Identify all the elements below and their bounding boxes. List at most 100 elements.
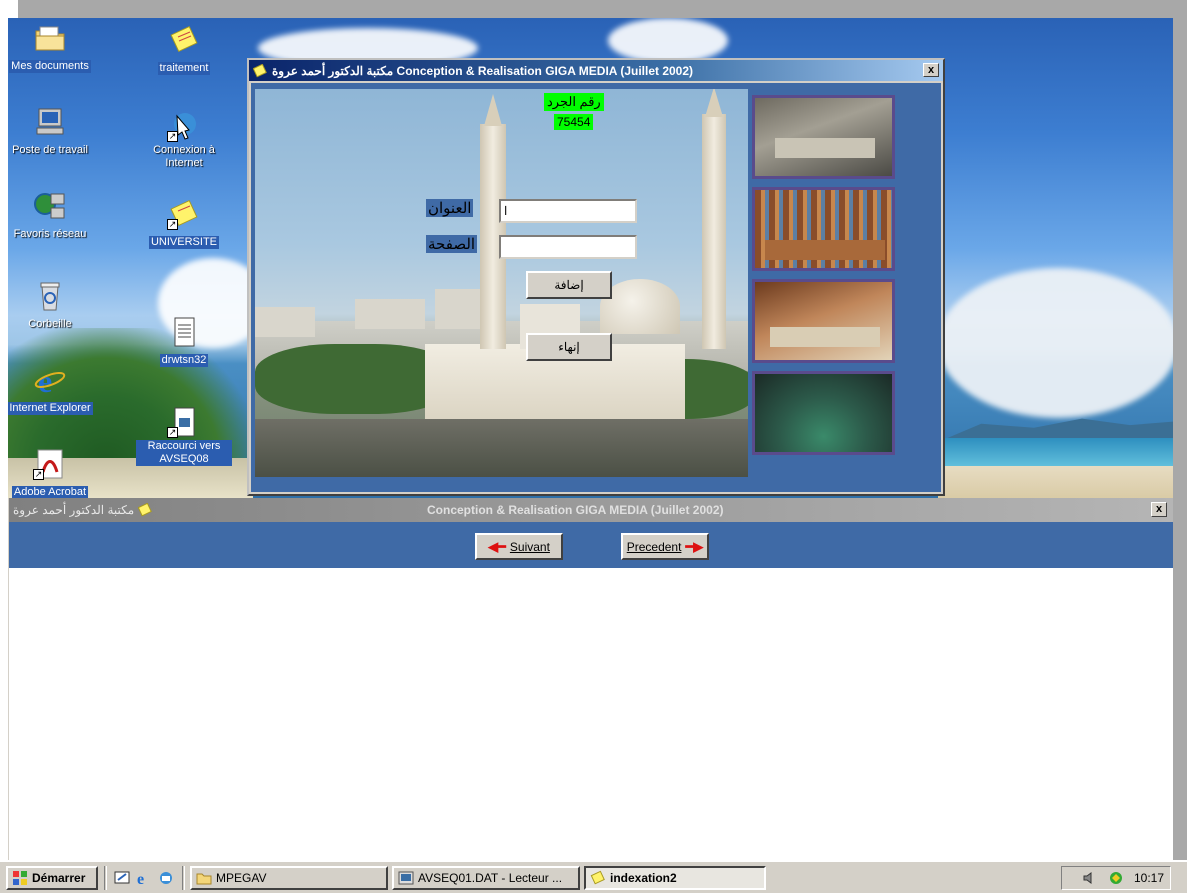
volume-icon[interactable]	[1082, 870, 1098, 886]
cloud	[938, 268, 1173, 418]
frame-top	[18, 0, 1187, 18]
arrow-right-icon: ━▶	[685, 538, 704, 554]
media-player-icon	[398, 871, 414, 885]
app-note-icon	[138, 503, 153, 517]
folder-icon	[33, 22, 67, 54]
desktop-icon-label: Corbeille	[28, 318, 72, 330]
record-number: 75454	[554, 114, 594, 130]
taskbar-item-label: AVSEQ01.DAT - Lecteur ...	[418, 871, 563, 885]
desktop-icon-connexion-internet[interactable]: ↗ Connexion à Internet	[136, 110, 232, 171]
shortcut-arrow-icon: ↗	[33, 469, 44, 480]
screen: Mes documents Poste de travail Favoris r…	[0, 0, 1187, 893]
desktop-icon-universite[interactable]: ↗ UNIVERSITE	[136, 198, 232, 250]
beach	[938, 466, 1173, 498]
bottom-window-title-ar-text: مكتبة الدكتور أحمد عروة	[13, 503, 135, 517]
desktop-icon-label: traitement	[157, 62, 211, 75]
outlook-express-icon[interactable]	[158, 870, 174, 886]
navigation-toolbar: ◀━ Suivant Precedent ━▶	[9, 522, 1173, 568]
library-photo-3	[752, 279, 895, 363]
recycle-bin-icon	[33, 280, 67, 312]
arrow-left-icon: ◀━	[488, 538, 506, 554]
bottom-window-title-ar: مكتبة الدكتور أحمد عروة	[13, 503, 153, 517]
taskbar: Démarrer e MPEGAV AVSEQ01.DAT - Lecteur …	[0, 860, 1187, 893]
desktop-icon-raccourci-avseq08[interactable]: ↗ Raccourci vers AVSEQ08	[136, 406, 232, 467]
next-button[interactable]: ◀━ Suivant	[475, 533, 563, 560]
note-icon: ↗	[167, 198, 201, 230]
app-window[interactable]: مكتبة الدكتور أحمد عروة Conception & Rea…	[247, 58, 945, 496]
title-input[interactable]	[499, 199, 637, 223]
city-building	[435, 289, 485, 329]
app-window-title: مكتبة الدكتور أحمد عروة Conception & Rea…	[272, 63, 694, 78]
bottom-window-titlebar[interactable]: مكتبة الدكتور أحمد عروة Conception & Rea…	[9, 498, 1173, 522]
internet-explorer-icon[interactable]: e	[136, 870, 152, 886]
note-icon	[590, 870, 605, 885]
taskbar-separator	[182, 866, 185, 890]
title-field-label: العنوان	[426, 199, 474, 217]
media-file-icon: ↗	[167, 406, 201, 438]
taskbar-separator	[104, 866, 107, 890]
add-button[interactable]: إضافة	[526, 271, 612, 299]
connection-wizard-icon: ↗	[167, 110, 201, 142]
start-button[interactable]: Démarrer	[6, 866, 98, 890]
app-note-icon	[252, 63, 267, 78]
taskbar-item-mpegav[interactable]: MPEGAV	[190, 866, 388, 890]
bottom-window[interactable]: مكتبة الدكتور أحمد عروة Conception & Rea…	[8, 498, 1173, 860]
shortcut-arrow-icon: ↗	[167, 131, 178, 142]
close-icon[interactable]: x	[923, 63, 939, 77]
shortcut-arrow-icon: ↗	[167, 427, 178, 438]
foreground-road	[255, 419, 748, 477]
previous-button[interactable]: Precedent ━▶	[621, 533, 709, 560]
desktop-icon-traitement[interactable]: traitement	[136, 24, 232, 76]
clock[interactable]: 10:17	[1134, 871, 1164, 885]
desktop-icon-label: Mes documents	[9, 60, 91, 73]
cloud	[608, 18, 728, 63]
finish-button[interactable]: إنهاء	[526, 333, 612, 361]
quick-launch: e	[114, 870, 174, 886]
taskbar-item-avseq01[interactable]: AVSEQ01.DAT - Lecteur ...	[392, 866, 580, 890]
desktop-icon-label: Raccourci vers AVSEQ08	[136, 440, 232, 466]
frame-left	[0, 0, 8, 893]
desktop-icon-drwtsn32[interactable]: drwtsn32	[136, 316, 232, 368]
network-icon	[33, 190, 67, 222]
taskbar-item-label: indexation2	[610, 871, 677, 885]
desktop-icon-label: Internet Explorer	[8, 402, 93, 415]
mosque-photo	[255, 89, 748, 477]
bottom-window-title: Conception & Realisation GIGA MEDIA (Jui…	[427, 503, 724, 517]
desktop-icon-mes-documents[interactable]: Mes documents	[8, 22, 98, 74]
computer-icon	[33, 106, 67, 138]
note-icon	[167, 24, 201, 56]
desktop-icon-label: drwtsn32	[159, 354, 209, 367]
show-desktop-icon[interactable]	[114, 870, 130, 886]
folder-icon	[196, 873, 212, 885]
network-status-icon[interactable]	[1108, 870, 1124, 886]
right-minaret	[702, 114, 726, 349]
text-file-icon	[167, 316, 201, 348]
internet-explorer-icon: e	[33, 363, 67, 399]
frame-right	[1173, 0, 1187, 860]
desktop-icon-favoris-reseau[interactable]: Favoris réseau	[8, 190, 98, 242]
shortcut-arrow-icon: ↗	[167, 219, 178, 230]
app-window-titlebar[interactable]: مكتبة الدكتور أحمد عروة Conception & Rea…	[249, 60, 943, 81]
desktop-icon-label: UNIVERSITE	[148, 236, 219, 249]
library-photo-1	[752, 95, 895, 179]
close-icon[interactable]: x	[1151, 502, 1167, 517]
taskbar-item-indexation2[interactable]: indexation2	[584, 866, 766, 890]
windows-logo-icon	[13, 871, 27, 885]
desktop-icon-adobe-acrobat[interactable]: ↗ Adobe Acrobat	[8, 448, 98, 498]
acrobat-icon: ↗	[33, 448, 67, 480]
previous-button-label: Precedent	[626, 539, 682, 554]
desktop-icon-poste-de-travail[interactable]: Poste de travail	[8, 106, 98, 158]
desktop-icon-label: Poste de travail	[12, 144, 88, 156]
app-body: رقم الجرد 75454 العنوان الصفحة إضافة إنه…	[251, 83, 941, 492]
city-building	[355, 299, 425, 329]
desktop-icon-internet-explorer[interactable]: e Internet Explorer	[8, 363, 98, 416]
desktop-icon-corbeille[interactable]: Corbeille	[8, 280, 98, 332]
mosque-dome	[600, 279, 680, 334]
svg-text:e: e	[137, 871, 144, 886]
desktop-icon-label: Favoris réseau	[13, 228, 87, 240]
city-building	[255, 307, 315, 337]
desktop-icon-label: Connexion à Internet	[153, 144, 215, 169]
library-photo-2	[752, 187, 895, 271]
next-button-label: Suivant	[509, 539, 550, 554]
page-input[interactable]	[499, 235, 637, 259]
